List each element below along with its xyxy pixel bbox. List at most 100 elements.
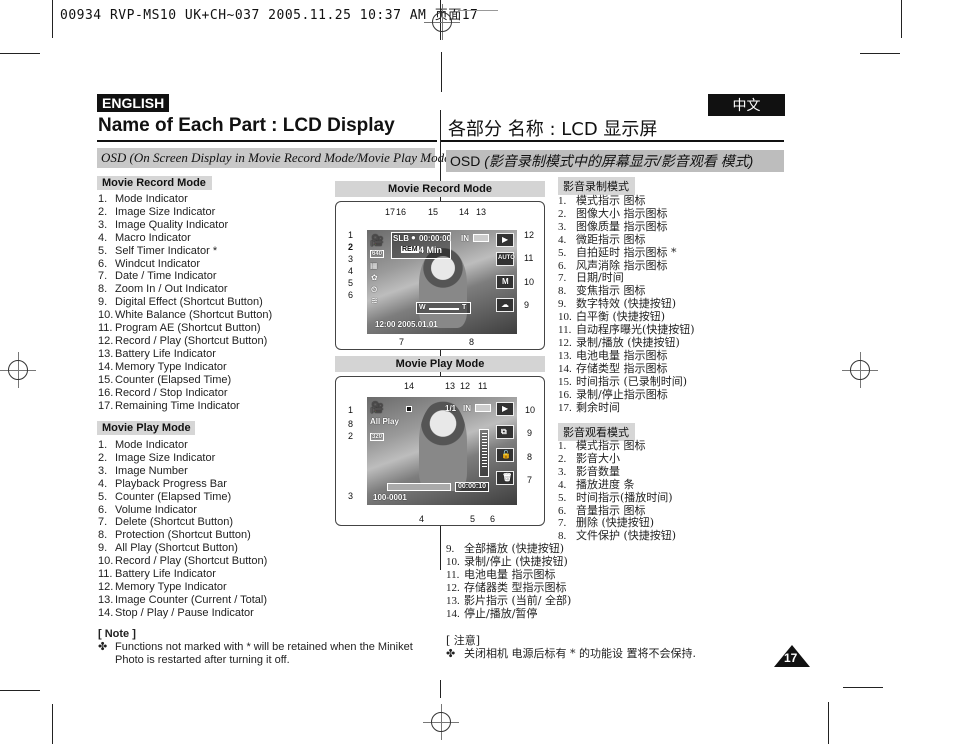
list-item: 7. Delete (Shortcut Button) [98,516,234,529]
camcorder-mode-icon: 🎥 [370,402,384,414]
memory-type-indicator: IN [461,234,469,243]
list-item: 9. Digital Effect (Shortcut Button) [98,296,263,309]
windcut-icon: ≋ [371,296,378,305]
image-counter: 1/1 [445,404,457,413]
crop-mark [52,704,53,744]
title-rule-chinese [441,140,784,142]
callout-11: 11 [524,253,534,263]
self-timer-icon: ⏲ [371,285,378,294]
crop-mark [441,52,442,92]
list-item: 12. Record / Play (Shortcut Button) [98,334,268,347]
image-number: 100-0001 [373,493,407,502]
elapsed-counter: 00:00:00 [419,234,452,243]
image-size-indicator: 640 [370,250,385,258]
record-play-button[interactable]: ▶ [496,402,514,416]
crop-mark [860,53,900,54]
callout-7: 7 [399,337,405,347]
photo-subject [419,248,467,328]
list-item: 1. Mode Indicator [98,193,188,205]
crop-mark [901,0,902,38]
zoom-bar: W T [416,302,471,314]
diagram-record-title: Movie Record Mode [335,181,545,197]
callout-8: 8 [348,419,354,429]
callout-16: 16 [396,207,407,217]
record-dot-icon: ● [411,233,416,242]
callout-10: 10 [525,405,536,415]
callout-3: 3 [348,254,354,264]
white-balance-button[interactable]: M [496,275,514,289]
registration-mark-icon [423,704,459,740]
list-item: 8. Zoom In / Out Indicator [98,283,228,296]
play-mode-list-chinese: 1. 模式指示 图标 2. 影音大小 3. 影音数量 4. 播放进度 条 5. 时间指示(… [558,439,676,543]
list-item: 6. Windcut Indicator [98,257,200,270]
record-mode-list-chinese: 1. 模式指示 图标 2. 图像大小 指示图标 3. 图像质量 指示图标 4. 微距指示… [558,194,695,414]
battery-icon [473,234,489,242]
callout-6: 6 [490,514,496,524]
list-item: 4. Macro Indicator [98,231,191,244]
list-item: 14. 停止/播放/暂停 [446,606,538,620]
registration-mark-icon [842,352,878,388]
callout-13: 13 [476,207,487,217]
callout-12: 12 [524,230,535,240]
callout-15: 15 [428,207,439,217]
quality-indicator: SLB [393,234,409,243]
section-heading-osd: OSD (On Screen Display in Movie Record M… [97,148,454,168]
callout-5: 5 [348,278,354,288]
callout-6: 6 [348,290,354,300]
callout-17: 17 [385,207,396,217]
callout-3: 3 [348,491,354,501]
callout-1: 1 [348,405,354,415]
language-badge-chinese: 中文 [708,94,785,116]
crop-mark [52,0,53,38]
record-play-button[interactable]: ▶ [496,233,514,247]
list-item: 16. Record / Stop Indicator [98,386,228,399]
callout-14: 14 [404,381,415,391]
program-ae-button[interactable]: AUTO [496,252,515,266]
diagram-record-frame: 🎥 SLB ● 00:00:00 REM 4 Min IN ▶ AUTO M ☁… [335,201,545,350]
play-mode-heading: Movie Play Mode [97,421,195,435]
list-item: 15. Counter (Elapsed Time) [98,373,232,386]
list-item: 14. Stop / Play / Pause Indicator [98,606,254,619]
language-badge-english: ENGLISH [97,94,170,112]
counter-box: 00:00:10 [455,482,489,492]
page-number: 17 [784,651,798,665]
note-title-chinese: [ 注意] [446,634,481,647]
callout-12: 12 [460,381,471,391]
diagram-play-frame: 🎥 1/1 IN All Play 320 ▶ ⧉ 🔓 🗑 00:00:10 1… [335,376,545,526]
list-item: 14. Memory Type Indicator [98,360,227,373]
list-item: 10. Record / Play (Shortcut Button) [98,555,268,568]
list-item: 13. Battery Life Indicator [98,347,216,360]
crop-mark [458,10,498,11]
list-item: 2. Image Size Indicator [98,451,216,464]
callout-8: 8 [469,337,475,347]
list-item: 7. Date / Time Indicator [98,270,217,283]
page-title: Name of Each Part : LCD Display [98,115,395,136]
osd-description: (影音录制模式中的屏幕显示/影音观看 模式) [484,153,754,169]
note-text: Functions not marked with * will be reta… [115,641,413,666]
memory-type-indicator: IN [463,404,471,413]
digital-effect-button[interactable]: ☁ [496,298,514,312]
callout-1: 1 [348,230,354,240]
record-mode-heading: Movie Record Mode [97,176,212,190]
protection-button[interactable]: 🔓 [496,448,514,462]
callout-9: 9 [524,300,530,310]
list-item: 8. Protection (Shortcut Button) [98,529,251,542]
delete-button[interactable]: 🗑 [496,471,514,485]
callout-10: 10 [524,277,535,287]
list-item: 13. Image Counter (Current / Total) [98,593,268,606]
registration-mark-icon [424,4,460,40]
list-item: 3. Image Number [98,464,188,477]
rem-label: REM [401,246,419,253]
callout-11: 11 [478,381,488,391]
print-header: 00934 RVP-MS10 UK+CH~037 2005.11.25 10:3… [60,8,479,23]
list-item: 12. Memory Type Indicator [98,580,227,593]
image-quality-icon: ▦ [370,261,378,270]
list-item: 5. Counter (Elapsed Time) [98,490,232,503]
list-item: 3. Image Quality Indicator [98,218,229,231]
osd-label: OSD [450,153,485,169]
all-play-button[interactable]: ⧉ [496,425,514,439]
playback-progress-bar[interactable] [387,483,451,491]
list-item: 17. 剩余时间 [558,400,620,414]
battery-icon [475,404,491,412]
record-mode-list: 1. Mode Indicator 2. Image Size Indicator … [98,193,272,412]
